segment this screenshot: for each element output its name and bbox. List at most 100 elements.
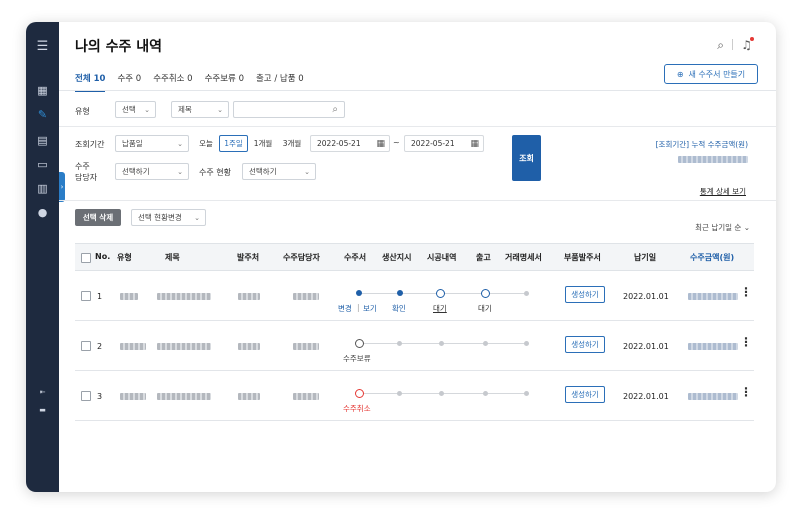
document-icon[interactable]: ▤ [26,130,59,150]
date-to-input[interactable]: 2022-05-21 ▦ [404,135,484,152]
more-icon[interactable]: ⋮ [740,285,752,299]
col-amount: 수주금액(원) [690,253,735,262]
calendar-icon[interactable]: ▦ [470,139,479,149]
row-client [238,393,260,400]
row-manager [293,293,319,300]
row-checkbox[interactable] [81,341,91,351]
monitor-icon[interactable]: ▭ [26,154,59,174]
row-amount [688,343,738,350]
stage-shipping-ring [481,289,490,298]
link-separator: | [357,303,360,312]
collapse-icon[interactable]: ⇤ [26,382,59,402]
stage-production-dot [397,341,402,346]
tab-delivery[interactable]: 출고 / 납품 0 [256,72,304,92]
tab-order[interactable]: 수주 0 [117,72,141,92]
stage-statement-dot [524,291,529,296]
table-row[interactable]: 3 수주취소 생성하기 2022.01.01 ⋮ [75,371,754,421]
table-header: No. 유형 제목 발주처 수주담당자 수주서 생산지시 시공내역 출고 거래명… [75,243,754,271]
search-icon[interactable]: ⌕ [717,38,724,53]
stage-construction-ring [436,289,445,298]
row-type [120,293,138,300]
status-change-select[interactable]: 선택 현황변경 ⌄ [131,209,206,226]
date-from-input[interactable]: 2022-05-21 ▦ [310,135,390,152]
chart-icon[interactable]: ▥ [26,178,59,198]
stage-construction-dot [439,391,444,396]
app-window: ☰ ▦ ✎ ▤ ▭ ▥ ● ⇤ ▬ › 나의 수주 내역 ⌕ ♫ 전체 10 수… [26,22,776,492]
chevron-down-icon: ⌄ [217,105,223,114]
row-title [157,343,211,350]
chevron-down-icon: ⌄ [144,105,150,114]
edit-icon[interactable]: ✎ [26,104,59,124]
search-icon: ⌕ [332,104,338,115]
row-no: 2 [97,342,103,351]
row-checkbox[interactable] [81,391,91,401]
stage-production-dot [397,290,403,296]
chevron-down-icon: ⌄ [304,167,310,176]
period-today-button[interactable]: 오늘 [193,135,219,152]
sidebar: ☰ ▦ ✎ ▤ ▭ ▥ ● ⇤ ▬ [26,22,59,492]
delete-selected-button[interactable]: 선택 삭제 [75,209,121,226]
cumulative-amount-label: [조회기간] 누적 수주금액(원) [655,140,748,149]
row-client [238,293,260,300]
dashboard-icon[interactable]: ▦ [26,80,59,100]
stage-shipping-dot [483,341,488,346]
calendar-icon[interactable]: ▦ [376,139,385,149]
tab-all[interactable]: 전체 10 [75,72,106,92]
search-button[interactable]: 조회 [512,135,541,181]
chevron-down-icon: ⌄ [194,213,200,222]
progress-track [359,343,529,344]
tab-cancel[interactable]: 수주취소 0 [153,72,192,92]
order-hold-label: 수주보류 [343,354,371,363]
period-week-button[interactable]: 1주일 [219,135,248,152]
tab-hold[interactable]: 수주보류 0 [205,72,244,92]
filter-divider [59,126,776,127]
row-due-date: 2022.01.01 [623,392,669,401]
more-icon[interactable]: ⋮ [740,385,752,399]
order-view-link[interactable]: 보기 [363,303,377,314]
tab-divider [59,90,776,91]
search-input[interactable]: ⌕ [233,101,345,118]
row-due-date: 2022.01.01 [623,342,669,351]
create-parts-order-button[interactable]: 생성하기 [565,336,605,353]
row-manager [293,343,319,350]
stage-order-ring [355,339,364,348]
stage-statement-dot [524,391,529,396]
col-title: 제목 [165,253,180,262]
status-select[interactable]: 선택하기 ⌄ [242,163,316,180]
create-parts-order-button[interactable]: 생성하기 [565,286,605,303]
period-basis-select[interactable]: 납품일 ⌄ [115,135,189,152]
row-checkbox[interactable] [81,291,91,301]
table-row[interactable]: 2 수주보류 생성하기 2022.01.01 ⋮ [75,321,754,371]
production-confirm-link[interactable]: 확인 [392,303,406,314]
create-parts-order-button[interactable]: 생성하기 [565,386,605,403]
logout-icon[interactable]: ▬ [26,400,59,420]
status-label: 수주 현황 [199,168,231,177]
stage-construction-dot [439,341,444,346]
menu-icon[interactable]: ☰ [26,36,59,56]
col-manager: 수주담당자 [283,253,320,262]
row-no: 1 [97,292,103,301]
stats-detail-link[interactable]: 통계 상세 보기 [700,186,746,197]
new-order-button[interactable]: ⊕ 새 수주서 만들기 [664,64,758,84]
type-select[interactable]: 선택 ⌄ [115,101,156,118]
user-icon[interactable]: ● [26,202,59,222]
page-title: 나의 수주 내역 [75,39,163,55]
row-title [157,393,211,400]
construction-wait-link[interactable]: 대기 [433,303,447,314]
col-no: No. [95,252,111,261]
period-month-button[interactable]: 1개월 [249,135,277,152]
title-select[interactable]: 제목 ⌄ [171,101,229,118]
main-content: 나의 수주 내역 ⌕ ♫ 전체 10 수주 0 수주취소 0 수주보류 0 출고… [59,22,776,492]
period-3month-button[interactable]: 3개월 [278,135,306,152]
date-range-separator: ~ [393,138,400,147]
stage-order-ring [355,389,364,398]
order-edit-link[interactable]: 변경 [338,303,352,314]
table-row[interactable]: 1 변경 | 보기 확인 대기 대기 생성하기 2022.01.01 ⋮ [75,271,754,321]
sort-select[interactable]: 최근 납기일 순 ⌄ [695,222,750,233]
select-all-checkbox[interactable] [81,253,91,263]
row-client [238,343,260,350]
stage-statement-dot [524,341,529,346]
more-icon[interactable]: ⋮ [740,335,752,349]
manager-select[interactable]: 선택하기 ⌄ [115,163,189,180]
row-amount [688,393,738,400]
